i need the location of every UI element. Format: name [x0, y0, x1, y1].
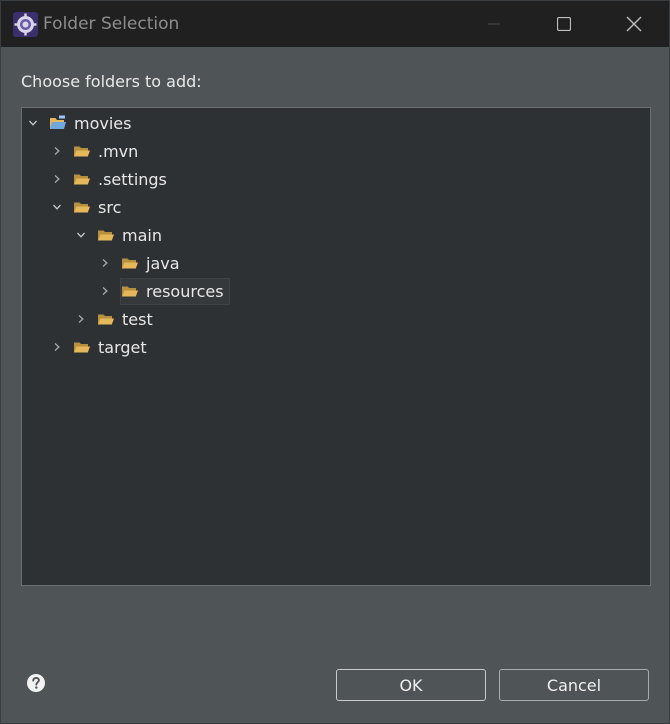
tree-node[interactable]: movies — [26, 110, 137, 136]
tree-node[interactable]: .mvn — [50, 138, 144, 164]
tree-node-label: resources — [146, 281, 224, 301]
folder-icon — [121, 283, 139, 299]
tree-node-item[interactable]: src — [72, 194, 127, 221]
tree-node[interactable]: resources — [98, 277, 230, 305]
chevron-down-icon[interactable] — [26, 116, 40, 130]
tree-node-item[interactable]: java — [120, 250, 186, 277]
tree-node[interactable]: target — [50, 334, 153, 360]
tree-node-item[interactable]: .mvn — [72, 138, 144, 165]
tree-node-item[interactable]: main — [96, 222, 168, 249]
cancel-button[interactable]: Cancel — [499, 669, 649, 701]
tree-node-label: movies — [74, 113, 132, 133]
tree-node[interactable]: src — [50, 194, 127, 220]
chevron-down-icon[interactable] — [50, 200, 64, 214]
tree-node-label: src — [98, 197, 122, 217]
folder-icon — [121, 255, 139, 271]
tree-node-item[interactable]: movies — [48, 110, 137, 137]
tree-node-label: main — [122, 225, 162, 245]
chevron-down-icon[interactable] — [74, 228, 88, 242]
chevron-right-icon[interactable] — [50, 172, 64, 186]
minimize-icon — [488, 23, 500, 25]
folder-selection-dialog: Folder Selection Choose folders to add: … — [0, 0, 670, 724]
tree-node-label: .mvn — [98, 141, 139, 161]
tree-node-item[interactable]: resources — [120, 277, 230, 305]
minimize-button[interactable] — [459, 1, 529, 47]
chevron-right-icon[interactable] — [74, 312, 88, 326]
folder-tree[interactable]: movies .mvn .settings src main java resources t… — [21, 107, 651, 586]
maximize-icon — [557, 17, 571, 31]
chevron-right-icon[interactable] — [50, 340, 64, 354]
tree-node-label: target — [98, 337, 147, 357]
tree-node-label: test — [122, 309, 153, 329]
chevron-right-icon[interactable] — [98, 284, 112, 298]
folder-icon — [97, 311, 115, 327]
eclipse-app-icon — [13, 12, 38, 37]
tree-node-item[interactable]: test — [96, 306, 159, 333]
tree-node-label: .settings — [98, 169, 167, 189]
close-icon — [626, 16, 642, 32]
ok-button[interactable]: OK — [336, 669, 486, 701]
folder-icon — [73, 143, 91, 159]
close-button[interactable] — [599, 1, 669, 47]
tree-node-label: java — [146, 253, 180, 273]
title-bar[interactable]: Folder Selection — [1, 1, 669, 47]
tree-node[interactable]: java — [98, 250, 186, 276]
chevron-right-icon[interactable] — [98, 256, 112, 270]
window-title: Folder Selection — [43, 14, 180, 34]
help-icon[interactable] — [26, 673, 46, 693]
folder-icon — [73, 339, 91, 355]
project-folder-icon — [49, 115, 67, 131]
folder-icon — [97, 227, 115, 243]
folder-icon — [73, 199, 91, 215]
tree-node[interactable]: .settings — [50, 166, 173, 192]
tree-node-item[interactable]: .settings — [72, 166, 173, 193]
tree-node[interactable]: main — [74, 222, 168, 248]
maximize-button[interactable] — [529, 1, 599, 47]
dialog-prompt: Choose folders to add: — [21, 72, 202, 91]
folder-icon — [73, 171, 91, 187]
tree-node[interactable]: test — [74, 306, 159, 332]
chevron-right-icon[interactable] — [50, 144, 64, 158]
tree-node-item[interactable]: target — [72, 334, 153, 361]
